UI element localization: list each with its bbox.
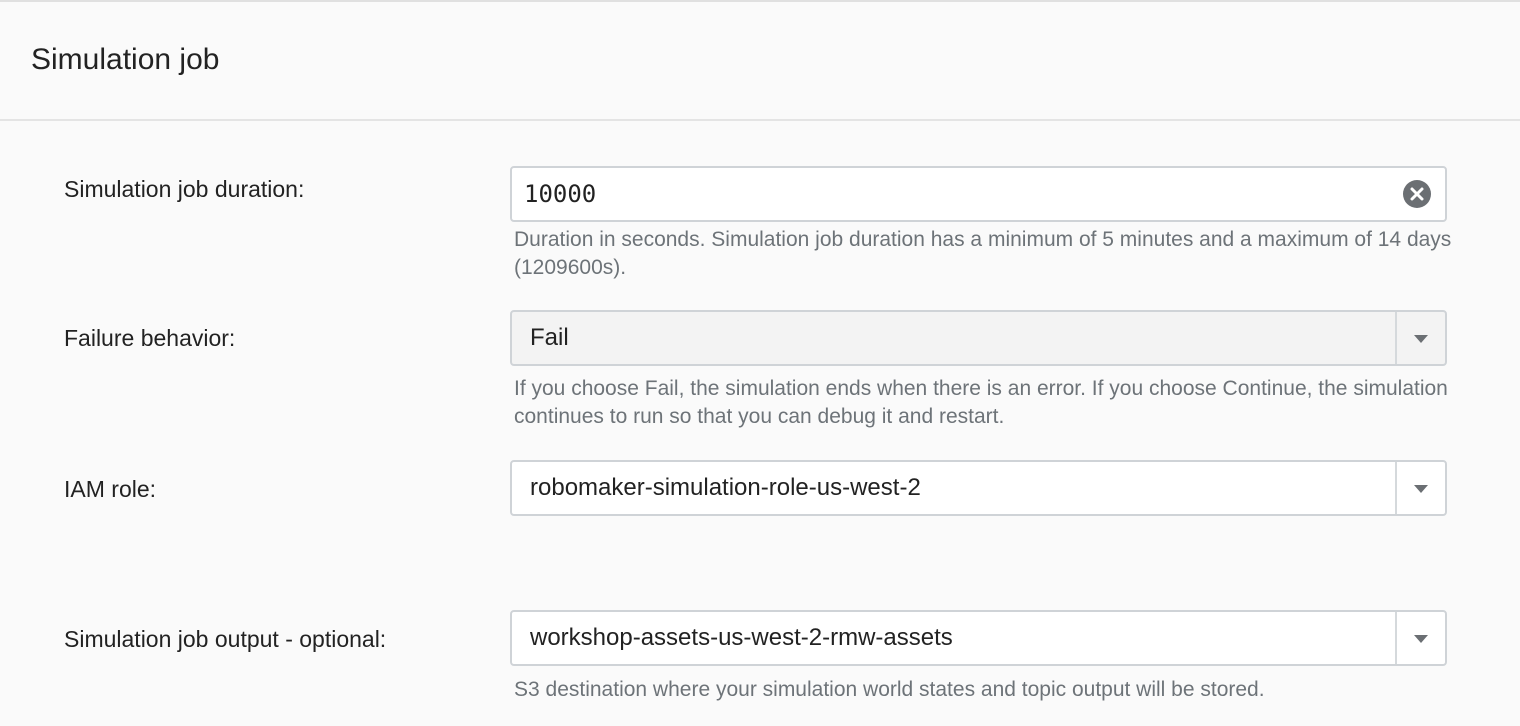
failure-behavior-select[interactable]: Fail bbox=[510, 310, 1447, 366]
output-select[interactable]: workshop-assets-us-west-2-rmw-assets bbox=[510, 610, 1447, 666]
iam-role-select[interactable]: robomaker-simulation-role-us-west-2 bbox=[510, 460, 1447, 516]
caret-down-icon[interactable] bbox=[1411, 632, 1431, 644]
iam-role-label: IAM role: bbox=[64, 476, 157, 502]
simulation-job-panel: Simulation job Simulation job duration: … bbox=[0, 0, 1520, 726]
failure-behavior-selected: Fail bbox=[530, 324, 569, 351]
duration-input-value: 10000 bbox=[524, 180, 597, 208]
failure-behavior-label: Failure behavior: bbox=[64, 325, 236, 351]
duration-input[interactable]: 10000 bbox=[510, 166, 1447, 222]
select-divider bbox=[1395, 462, 1397, 514]
select-divider bbox=[1395, 312, 1397, 364]
caret-down-icon[interactable] bbox=[1411, 332, 1431, 344]
duration-help-text: Duration in seconds. Simulation job dura… bbox=[514, 228, 1452, 279]
failure-behavior-help-text: If you choose Fail, the simulation ends … bbox=[514, 377, 1448, 428]
output-label: Simulation job output - optional: bbox=[64, 626, 387, 652]
output-help-text: S3 destination where your simulation wor… bbox=[514, 678, 1265, 701]
section-body: Simulation job duration: 10000 Duration … bbox=[0, 121, 1520, 726]
iam-role-selected: robomaker-simulation-role-us-west-2 bbox=[530, 474, 921, 501]
duration-label: Simulation job duration: bbox=[64, 176, 305, 202]
select-divider bbox=[1395, 612, 1397, 664]
output-selected: workshop-assets-us-west-2-rmw-assets bbox=[530, 624, 953, 651]
clear-circle-icon[interactable] bbox=[1403, 180, 1431, 208]
caret-down-icon[interactable] bbox=[1411, 482, 1431, 494]
section-title: Simulation job bbox=[31, 43, 220, 76]
section-header: Simulation job bbox=[0, 2, 1520, 121]
